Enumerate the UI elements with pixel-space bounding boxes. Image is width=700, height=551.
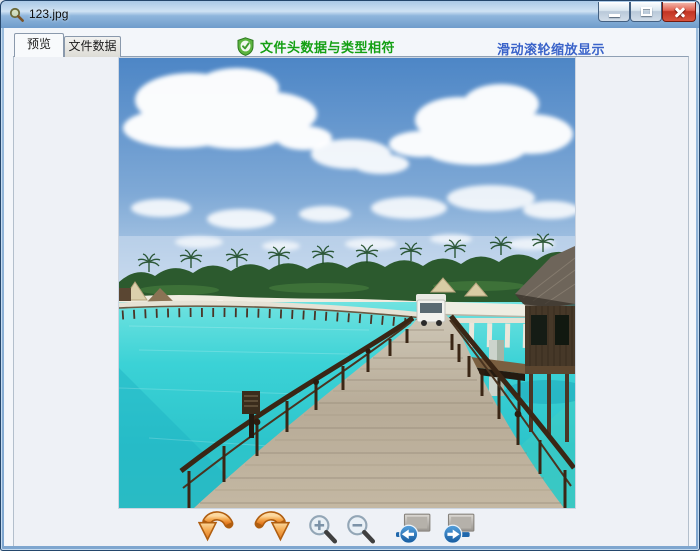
scroll-zoom-hint: 滑动滚轮缩放显示: [497, 42, 606, 57]
tab-file-data[interactable]: 文件数据: [64, 36, 121, 57]
minimize-icon: [609, 14, 620, 17]
close-button[interactable]: [662, 2, 696, 22]
magnifier-file-icon: [9, 7, 24, 22]
zoom-out-button[interactable]: [344, 513, 376, 550]
window-title: 123.jpg: [29, 7, 69, 21]
next-image-button[interactable]: [440, 513, 476, 550]
app-window: 123.jpg 预览 文件数据 文件头数据与类型相符 滑动滚轮缩放显示: [0, 0, 700, 551]
client-area: 预览 文件数据 文件头数据与类型相符 滑动滚轮缩放显示: [4, 28, 696, 546]
previous-image-button[interactable]: [396, 513, 432, 550]
rotate-right-icon: [254, 511, 291, 542]
maximize-button[interactable]: [630, 2, 662, 22]
maximize-icon: [641, 7, 652, 16]
titlebar[interactable]: 123.jpg: [1, 1, 699, 28]
zoom-in-icon: [309, 515, 338, 544]
file-header-status-text: 文件头数据与类型相符: [260, 39, 396, 55]
shield-check-icon: [237, 36, 254, 56]
rotate-right-button[interactable]: [254, 510, 291, 551]
zoom-out-icon: [347, 515, 376, 544]
tab-preview[interactable]: 预览: [14, 33, 64, 57]
previous-image-icon: [396, 513, 431, 544]
rotate-left-icon: [197, 511, 234, 542]
minimize-button[interactable]: [598, 2, 630, 22]
zoom-in-button[interactable]: [306, 513, 338, 550]
photo-preview[interactable]: [119, 58, 575, 508]
rotate-left-button[interactable]: [197, 510, 234, 551]
next-image-icon: [443, 513, 475, 544]
